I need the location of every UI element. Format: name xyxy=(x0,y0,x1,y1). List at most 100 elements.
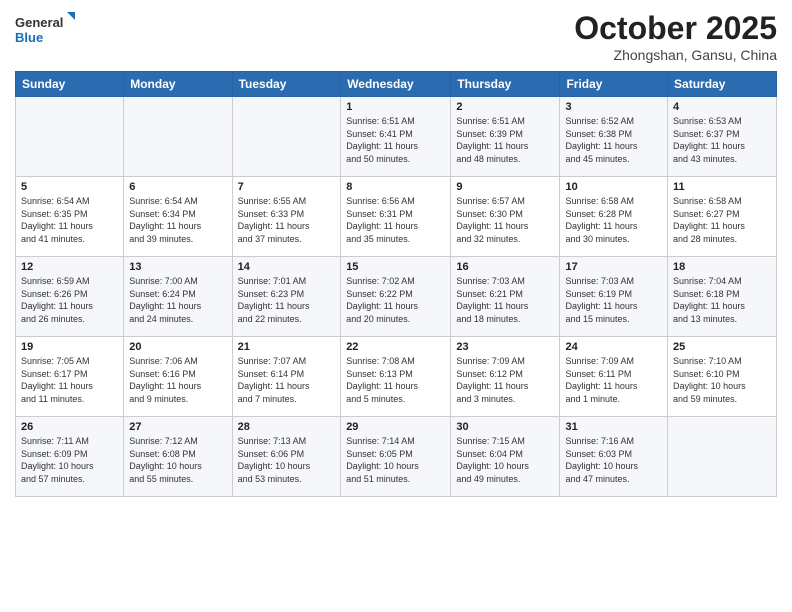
day-number: 23 xyxy=(456,341,554,353)
day-detail: Sunrise: 6:51 AM Sunset: 6:41 PM Dayligh… xyxy=(346,115,445,165)
month-title: October 2025 xyxy=(574,10,777,47)
day-detail: Sunrise: 6:51 AM Sunset: 6:39 PM Dayligh… xyxy=(456,115,554,165)
day-number: 2 xyxy=(456,101,554,113)
day-number: 3 xyxy=(565,101,662,113)
title-block: October 2025 Zhongshan, Gansu, China xyxy=(574,10,777,63)
day-number: 16 xyxy=(456,261,554,273)
day-number: 7 xyxy=(238,181,336,193)
day-detail: Sunrise: 7:10 AM Sunset: 6:10 PM Dayligh… xyxy=(673,355,771,405)
calendar-cell: 5 Sunrise: 6:54 AM Sunset: 6:35 PM Daylig… xyxy=(16,177,124,257)
day-detail: Sunrise: 6:52 AM Sunset: 6:38 PM Dayligh… xyxy=(565,115,662,165)
calendar-cell: 4Sunrise: 6:53 AM Sunset: 6:37 PM Daylig… xyxy=(668,97,777,177)
day-number: 28 xyxy=(238,421,336,433)
calendar-cell: 7 Sunrise: 6:55 AM Sunset: 6:33 PM Daylig… xyxy=(232,177,341,257)
day-number: 1 xyxy=(346,101,445,113)
calendar-table: SundayMondayTuesdayWednesdayThursdayFrid… xyxy=(15,71,777,497)
day-detail: Sunrise: 6:57 AM Sunset: 6:30 PM Dayligh… xyxy=(456,195,554,245)
calendar-cell: 12 Sunrise: 6:59 AM Sunset: 6:26 PM Dayli… xyxy=(16,257,124,337)
weekday-header: Sunday xyxy=(16,72,124,97)
calendar-cell xyxy=(668,417,777,497)
weekday-header: Thursday xyxy=(451,72,560,97)
day-detail: Sunrise: 7:03 AM Sunset: 6:21 PM Dayligh… xyxy=(456,275,554,325)
day-number: 15 xyxy=(346,261,445,273)
day-number: 12 xyxy=(21,261,118,273)
day-number: 4 xyxy=(673,101,771,113)
day-detail: Sunrise: 6:56 AM Sunset: 6:31 PM Dayligh… xyxy=(346,195,445,245)
day-detail: Sunrise: 7:05 AM Sunset: 6:17 PM Dayligh… xyxy=(21,355,118,405)
weekday-header: Saturday xyxy=(668,72,777,97)
day-detail: Sunrise: 7:01 AM Sunset: 6:23 PM Dayligh… xyxy=(238,275,336,325)
weekday-header: Friday xyxy=(560,72,668,97)
day-number: 14 xyxy=(238,261,336,273)
calendar-cell: 2 Sunrise: 6:51 AM Sunset: 6:39 PM Daylig… xyxy=(451,97,560,177)
calendar-week-row: 19Sunrise: 7:05 AM Sunset: 6:17 PM Dayli… xyxy=(16,337,777,417)
calendar-week-row: 12 Sunrise: 6:59 AM Sunset: 6:26 PM Dayli… xyxy=(16,257,777,337)
day-number: 25 xyxy=(673,341,771,353)
day-detail: Sunrise: 6:54 AM Sunset: 6:34 PM Dayligh… xyxy=(129,195,226,245)
calendar-cell: 28 Sunrise: 7:13 AM Sunset: 6:06 PM Dayli… xyxy=(232,417,341,497)
day-detail: Sunrise: 7:09 AM Sunset: 6:11 PM Dayligh… xyxy=(565,355,662,405)
day-detail: Sunrise: 7:00 AM Sunset: 6:24 PM Dayligh… xyxy=(129,275,226,325)
day-detail: Sunrise: 6:58 AM Sunset: 6:27 PM Dayligh… xyxy=(673,195,771,245)
day-number: 11 xyxy=(673,181,771,193)
day-detail: Sunrise: 6:54 AM Sunset: 6:35 PM Dayligh… xyxy=(21,195,118,245)
day-detail: Sunrise: 7:03 AM Sunset: 6:19 PM Dayligh… xyxy=(565,275,662,325)
day-detail: Sunrise: 7:09 AM Sunset: 6:12 PM Dayligh… xyxy=(456,355,554,405)
header: General Blue October 2025 Zhongshan, Gan… xyxy=(15,10,777,63)
logo-svg: General Blue xyxy=(15,10,75,50)
location: Zhongshan, Gansu, China xyxy=(574,47,777,63)
calendar-cell: 29 Sunrise: 7:14 AM Sunset: 6:05 PM Dayli… xyxy=(341,417,451,497)
day-number: 17 xyxy=(565,261,662,273)
day-number: 24 xyxy=(565,341,662,353)
weekday-header: Monday xyxy=(124,72,232,97)
day-detail: Sunrise: 6:58 AM Sunset: 6:28 PM Dayligh… xyxy=(565,195,662,245)
calendar-cell xyxy=(124,97,232,177)
calendar-cell: 8 Sunrise: 6:56 AM Sunset: 6:31 PM Daylig… xyxy=(341,177,451,257)
calendar-cell: 19Sunrise: 7:05 AM Sunset: 6:17 PM Dayli… xyxy=(16,337,124,417)
day-detail: Sunrise: 7:14 AM Sunset: 6:05 PM Dayligh… xyxy=(346,435,445,485)
day-detail: Sunrise: 7:08 AM Sunset: 6:13 PM Dayligh… xyxy=(346,355,445,405)
day-number: 5 xyxy=(21,181,118,193)
calendar-cell: 10Sunrise: 6:58 AM Sunset: 6:28 PM Dayli… xyxy=(560,177,668,257)
day-number: 18 xyxy=(673,261,771,273)
calendar-cell: 1 Sunrise: 6:51 AM Sunset: 6:41 PM Daylig… xyxy=(341,97,451,177)
calendar-cell: 20Sunrise: 7:06 AM Sunset: 6:16 PM Dayli… xyxy=(124,337,232,417)
calendar-cell: 9 Sunrise: 6:57 AM Sunset: 6:30 PM Daylig… xyxy=(451,177,560,257)
calendar-cell: 15 Sunrise: 7:02 AM Sunset: 6:22 PM Dayli… xyxy=(341,257,451,337)
day-detail: Sunrise: 7:11 AM Sunset: 6:09 PM Dayligh… xyxy=(21,435,118,485)
calendar-cell: 27 Sunrise: 7:12 AM Sunset: 6:08 PM Dayli… xyxy=(124,417,232,497)
calendar-cell: 18 Sunrise: 7:04 AM Sunset: 6:18 PM Dayli… xyxy=(668,257,777,337)
day-number: 29 xyxy=(346,421,445,433)
day-number: 27 xyxy=(129,421,226,433)
day-detail: Sunrise: 7:04 AM Sunset: 6:18 PM Dayligh… xyxy=(673,275,771,325)
weekday-header: Tuesday xyxy=(232,72,341,97)
calendar-cell xyxy=(232,97,341,177)
calendar-cell: 11 Sunrise: 6:58 AM Sunset: 6:27 PM Dayli… xyxy=(668,177,777,257)
day-detail: Sunrise: 7:12 AM Sunset: 6:08 PM Dayligh… xyxy=(129,435,226,485)
svg-text:Blue: Blue xyxy=(15,30,43,45)
day-detail: Sunrise: 6:55 AM Sunset: 6:33 PM Dayligh… xyxy=(238,195,336,245)
calendar-cell: 30Sunrise: 7:15 AM Sunset: 6:04 PM Dayli… xyxy=(451,417,560,497)
calendar-cell: 17 Sunrise: 7:03 AM Sunset: 6:19 PM Dayli… xyxy=(560,257,668,337)
day-detail: Sunrise: 7:02 AM Sunset: 6:22 PM Dayligh… xyxy=(346,275,445,325)
calendar-cell: 3 Sunrise: 6:52 AM Sunset: 6:38 PM Daylig… xyxy=(560,97,668,177)
weekday-header: Wednesday xyxy=(341,72,451,97)
calendar-cell: 26Sunrise: 7:11 AM Sunset: 6:09 PM Dayli… xyxy=(16,417,124,497)
day-detail: Sunrise: 7:07 AM Sunset: 6:14 PM Dayligh… xyxy=(238,355,336,405)
day-detail: Sunrise: 7:13 AM Sunset: 6:06 PM Dayligh… xyxy=(238,435,336,485)
calendar-cell: 16 Sunrise: 7:03 AM Sunset: 6:21 PM Dayli… xyxy=(451,257,560,337)
day-number: 8 xyxy=(346,181,445,193)
day-detail: Sunrise: 6:59 AM Sunset: 6:26 PM Dayligh… xyxy=(21,275,118,325)
calendar-cell: 6 Sunrise: 6:54 AM Sunset: 6:34 PM Daylig… xyxy=(124,177,232,257)
day-number: 9 xyxy=(456,181,554,193)
calendar-cell xyxy=(16,97,124,177)
calendar-week-row: 26Sunrise: 7:11 AM Sunset: 6:09 PM Dayli… xyxy=(16,417,777,497)
calendar-page: General Blue October 2025 Zhongshan, Gan… xyxy=(0,0,792,612)
day-number: 31 xyxy=(565,421,662,433)
calendar-cell: 13Sunrise: 7:00 AM Sunset: 6:24 PM Dayli… xyxy=(124,257,232,337)
calendar-week-row: 5 Sunrise: 6:54 AM Sunset: 6:35 PM Daylig… xyxy=(16,177,777,257)
day-number: 22 xyxy=(346,341,445,353)
calendar-cell: 31Sunrise: 7:16 AM Sunset: 6:03 PM Dayli… xyxy=(560,417,668,497)
day-detail: Sunrise: 7:15 AM Sunset: 6:04 PM Dayligh… xyxy=(456,435,554,485)
day-number: 6 xyxy=(129,181,226,193)
